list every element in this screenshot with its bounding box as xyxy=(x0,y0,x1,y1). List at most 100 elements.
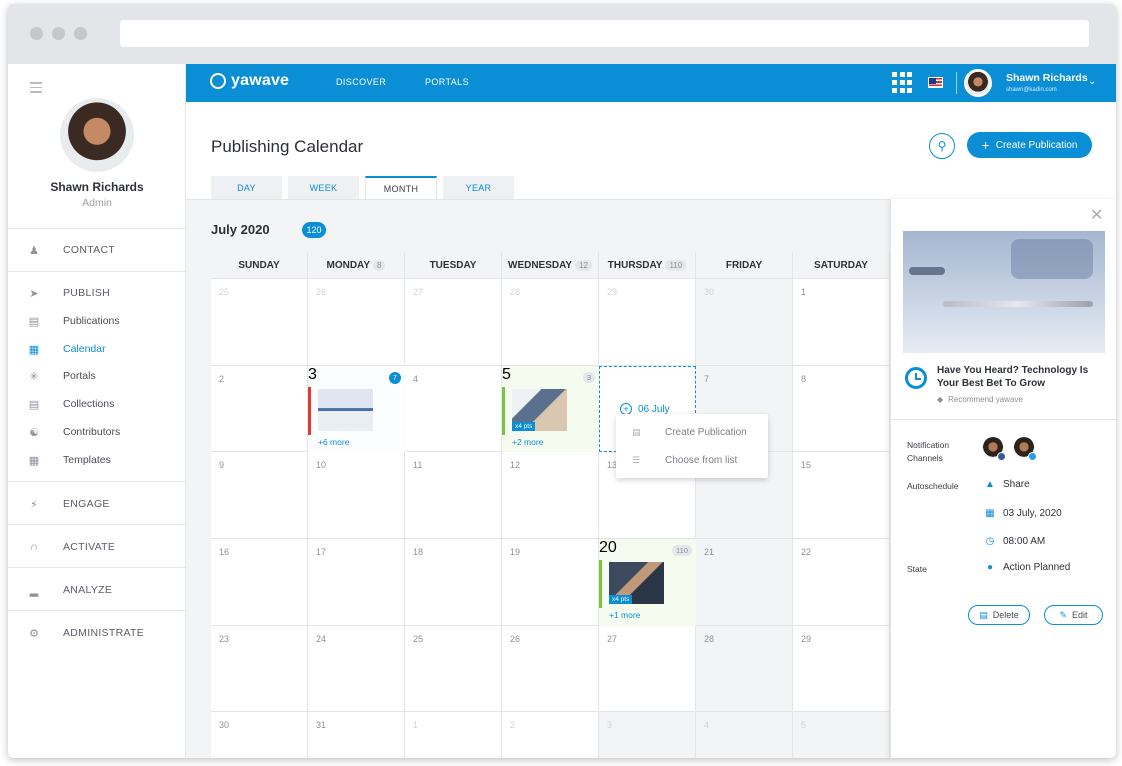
calendar-day-cell[interactable]: 5 xyxy=(793,712,890,758)
tab-day[interactable]: DAY xyxy=(211,176,282,199)
calendar-day-cell[interactable]: 22 xyxy=(793,539,890,626)
sidebar-item-contributors[interactable]: ☯ Contributors xyxy=(8,422,186,442)
sidebar-item-analyze[interactable]: ▂ ANALYZE xyxy=(8,580,186,600)
sidebar-item-publish[interactable]: ➤ PUBLISH xyxy=(8,283,186,303)
tab-year[interactable]: YEAR xyxy=(443,176,514,199)
close-icon[interactable]: ✕ xyxy=(1090,205,1103,225)
calendar-day-cell[interactable]: 29 xyxy=(599,279,696,366)
calendar-day-cell[interactable]: 30 xyxy=(696,279,793,366)
calendar-day-cell[interactable]: 25 xyxy=(405,626,502,712)
create-publication-button[interactable]: + Create Publication xyxy=(967,132,1092,158)
day-number: 8 xyxy=(801,374,807,384)
event-thumbnail[interactable]: x4 pts xyxy=(512,389,567,431)
sidebar-item-label: ACTIVATE xyxy=(63,541,116,553)
calendar-day-cell[interactable]: 2 xyxy=(502,712,599,758)
event-status-bar xyxy=(308,387,311,435)
calendar-day-cell[interactable]: 26 xyxy=(502,626,599,712)
sidebar-item-engage[interactable]: ⚡ ENGAGE xyxy=(8,494,186,514)
calendar-day-cell[interactable]: 16 xyxy=(211,539,308,626)
facebook-channel-avatar[interactable] xyxy=(982,437,1006,461)
twitter-channel-avatar[interactable] xyxy=(1013,437,1037,461)
nav-portals[interactable]: PORTALS xyxy=(425,77,469,87)
event-thumbnail[interactable] xyxy=(318,389,373,431)
search-button[interactable]: ⚲ xyxy=(929,133,955,159)
calendar-event-cell[interactable]: 3 7 +6 more xyxy=(308,366,405,452)
create-publication-label: Create Publication xyxy=(995,139,1078,151)
calendar-day-cell[interactable]: 10 xyxy=(308,452,405,539)
us-flag-icon[interactable] xyxy=(928,77,943,88)
calendar-event-cell[interactable]: 20 x4 pts 110 +1 more xyxy=(599,539,696,626)
user-menu-name[interactable]: Shawn Richards xyxy=(1006,72,1088,84)
schedule-date: 03 July, 2020 xyxy=(1003,508,1062,519)
menu-item-create-publication[interactable]: ▤ Create Publication xyxy=(616,419,768,445)
menu-item-label: Create Publication xyxy=(665,426,747,438)
calendar-day-cell[interactable]: 30 xyxy=(211,712,308,758)
chevron-down-icon[interactable]: ⌄ xyxy=(1088,76,1096,87)
event-thumbnail[interactable]: x4 pts xyxy=(609,562,664,604)
calendar-day-cell[interactable]: 26 xyxy=(308,279,405,366)
calendar-day-cell[interactable]: 2 xyxy=(211,366,308,452)
time-row[interactable]: ◷ 08:00 AM xyxy=(983,536,1046,547)
date-row[interactable]: ▦ 03 July, 2020 xyxy=(983,508,1062,519)
more-events-link[interactable]: +1 more xyxy=(609,610,640,620)
calendar-day-cell[interactable]: 8 xyxy=(793,366,890,452)
sidebar-item-administrate[interactable]: ⚙ ADMINISTRATE xyxy=(8,623,186,643)
divider xyxy=(8,524,186,525)
sidebar-item-collections[interactable]: ▤ Collections xyxy=(8,394,186,414)
calendar-day-cell[interactable]: 23 xyxy=(211,626,308,712)
tab-week[interactable]: WEEK xyxy=(288,176,359,199)
tab-month[interactable]: MONTH xyxy=(365,176,437,199)
calendar-day-cell[interactable]: 4 xyxy=(696,712,793,758)
sidebar-item-portals[interactable]: ✳ Portals xyxy=(8,366,186,386)
calendar-day-cell[interactable]: 4 xyxy=(405,366,502,452)
menu-item-choose-from-list[interactable]: ☰ Choose from list xyxy=(616,447,768,473)
calendar-day-cell[interactable]: 21 xyxy=(696,539,793,626)
calendar-day-cell[interactable]: 1 xyxy=(405,712,502,758)
more-events-link[interactable]: +2 more xyxy=(512,437,543,447)
publication-image[interactable] xyxy=(903,231,1105,353)
brand-logo[interactable]: yawave xyxy=(210,72,289,90)
delete-button[interactable]: ▤ Delete xyxy=(968,605,1030,625)
calendar-day-cell[interactable]: 18 xyxy=(405,539,502,626)
calendar-day-cell[interactable]: 27 xyxy=(405,279,502,366)
sidebar-item-templates[interactable]: ▦ Templates xyxy=(8,450,186,470)
calendar-event-cell[interactable]: 5 x4 pts 3 +2 more xyxy=(502,366,599,452)
calendar-day-cell[interactable]: 17 xyxy=(308,539,405,626)
calendar-day-cell[interactable]: 15 xyxy=(793,452,890,539)
calendar-day-cell[interactable]: 1 xyxy=(793,279,890,366)
sidebar-item-label: Collections xyxy=(63,398,115,410)
calendar-day-cell[interactable]: 9 xyxy=(211,452,308,539)
day-header-label: FRIDAY xyxy=(725,259,763,271)
divider xyxy=(8,567,186,568)
edit-button[interactable]: ✎ Edit xyxy=(1044,605,1103,625)
calendar-day-cell[interactable]: 31 xyxy=(308,712,405,758)
window-maximize-dot[interactable] xyxy=(74,27,87,40)
day-header: SUNDAY xyxy=(211,252,308,279)
calendar-day-cell[interactable]: 24 xyxy=(308,626,405,712)
apps-grid-icon[interactable] xyxy=(892,72,913,93)
calendar-day-cell[interactable]: 11 xyxy=(405,452,502,539)
address-bar[interactable] xyxy=(120,20,1089,47)
nav-discover[interactable]: DISCOVER xyxy=(336,77,386,87)
sidebar-item-publications[interactable]: ▤ Publications xyxy=(8,311,186,331)
menu-icon[interactable] xyxy=(30,82,42,96)
window-minimize-dot[interactable] xyxy=(52,27,65,40)
calendar-day-cell[interactable]: 29 xyxy=(793,626,890,712)
divider xyxy=(8,228,186,229)
calendar-day-cell[interactable]: 25 xyxy=(211,279,308,366)
sidebar-item-contact[interactable]: ♟ CONTACT xyxy=(8,240,186,260)
calendar-day-cell[interactable]: 27 xyxy=(599,626,696,712)
sidebar-item-activate[interactable]: ∩ ACTIVATE xyxy=(8,537,186,557)
avatar[interactable] xyxy=(60,98,134,172)
day-number: 5 xyxy=(502,366,511,383)
publication-title[interactable]: Have You Heard? Technology Is Your Best … xyxy=(937,364,1107,390)
calendar-day-cell[interactable]: 28 xyxy=(502,279,599,366)
calendar-day-cell[interactable]: 12 xyxy=(502,452,599,539)
sidebar-item-calendar[interactable]: ▦ Calendar xyxy=(8,339,186,359)
more-events-link[interactable]: +6 more xyxy=(318,437,349,447)
window-close-dot[interactable] xyxy=(30,27,43,40)
avatar[interactable] xyxy=(964,69,992,97)
calendar-day-cell[interactable]: 19 xyxy=(502,539,599,626)
calendar-day-cell[interactable]: 3 xyxy=(599,712,696,758)
calendar-day-cell[interactable]: 28 xyxy=(696,626,793,712)
